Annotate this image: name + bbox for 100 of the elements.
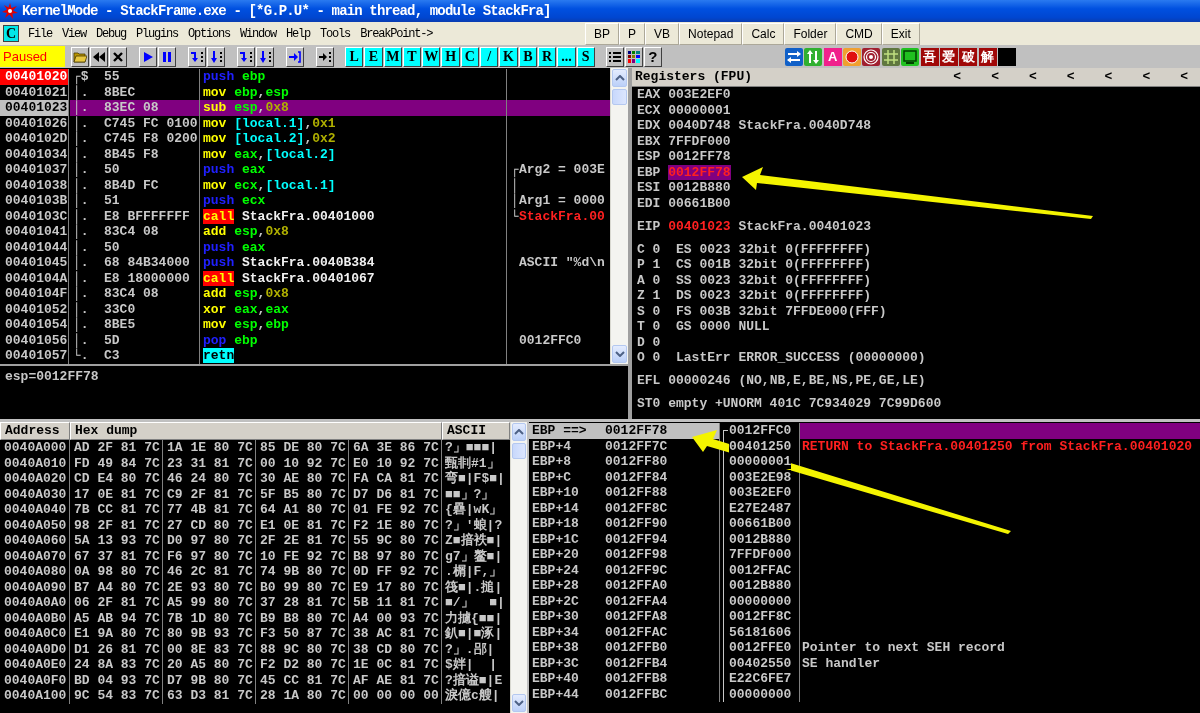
menu-item[interactable]: View [57,26,92,41]
address-cell[interactable]: 00401038 [0,177,69,193]
register-value[interactable]: 1 [652,257,661,273]
view-switch-button[interactable]: < [1142,69,1151,85]
toolbar-button[interactable] [207,46,225,67]
register-value[interactable]: 0 [652,241,661,257]
toolbar-button[interactable]: C [460,46,480,67]
address-cell[interactable]: 00401023 [0,100,69,116]
column-header[interactable]: ASCII [442,422,510,440]
stack-address[interactable]: 0012FF78 [605,423,668,439]
toolbar-button[interactable]: K [499,46,518,67]
register-value[interactable]: 0012B880 [668,180,731,196]
stack-address[interactable]: 0012FF80 [605,454,668,470]
help-button[interactable]: ? [643,46,662,67]
stack-offset[interactable]: EBP+28 [532,578,579,594]
quick-launch-button[interactable]: Calc [742,22,785,45]
view-switch-button[interactable]: < [953,69,962,85]
stack-offset[interactable]: EBP+4 [532,438,571,454]
menu-item[interactable]: Tools [315,26,356,41]
scroll-up-button[interactable] [512,423,526,441]
scrollbar[interactable] [610,68,628,364]
up-down-arrows-icon[interactable] [804,47,823,66]
toolbar-button[interactable]: S [576,46,595,67]
plugin-button[interactable]: 吾 [920,47,939,66]
column-header[interactable]: Hex dump [70,422,442,440]
stack-address[interactable]: 0012FFB4 [605,655,668,671]
register-value[interactable]: 1 [652,288,661,304]
toolbar-button[interactable]: T [402,46,422,67]
stack-address[interactable]: 0012FFA0 [605,578,668,594]
toolbar-button[interactable]: L [345,46,364,67]
toolbar-button[interactable]: W [422,46,441,67]
register-value[interactable]: 0040D748 [668,118,731,134]
toolbar-button[interactable] [237,46,255,67]
stack-address[interactable]: 0012FFB0 [605,640,668,656]
stack-address[interactable]: 0012FF84 [605,469,668,485]
stack-address[interactable]: 0012FF8C [605,500,668,516]
stack-offset[interactable]: EBP+C [532,469,571,485]
stack-address[interactable]: 0012FFA4 [605,593,668,609]
stack-offset[interactable]: EBP+34 [532,624,579,640]
address-cell[interactable]: 0040104A [0,270,69,286]
logo-button[interactable]: C [3,25,19,42]
address-cell[interactable]: 00401057 [0,348,69,364]
stack-offset[interactable]: EBP+44 [532,686,579,702]
toolbar-button[interactable]: ... [557,46,576,67]
register-value[interactable]: empty [668,396,708,412]
register-value[interactable]: 0 [652,303,661,319]
toolbar-button[interactable] [71,46,89,67]
stack-offset[interactable]: EBP+18 [532,516,579,532]
address-cell[interactable]: 00401041 [0,224,69,240]
toolbar-button[interactable]: B [518,46,537,67]
menu-item[interactable]: File [23,26,57,41]
stack-address[interactable]: 0012FFBC [605,686,668,702]
menu-item[interactable]: Debug [91,26,132,41]
toolbar-button[interactable] [624,46,643,67]
toolbar-button[interactable] [316,46,334,67]
toolbar-button[interactable]: / [480,46,499,67]
stack-offset[interactable]: EBP+24 [532,562,579,578]
scroll-down-button[interactable] [612,345,627,363]
swap-arrows-icon[interactable] [784,47,803,66]
stack-offset[interactable]: EBP+10 [532,485,579,501]
stack-offset[interactable]: EBP+20 [532,547,579,563]
blank-tile-icon[interactable] [998,47,1017,66]
stack-address[interactable]: 0012FFA8 [605,609,668,625]
quick-launch-button[interactable]: Folder [784,22,837,45]
stack-address[interactable]: 0012FFAC [605,624,668,640]
view-switch-button[interactable]: < [1180,69,1188,85]
stack-address[interactable]: 0012FF90 [605,516,668,532]
toolbar-button[interactable] [90,46,108,67]
stack-address[interactable]: 0012FF98 [605,547,668,563]
scroll-thumb[interactable] [512,443,526,459]
register-value[interactable]: 00661B00 [668,195,731,211]
scroll-thumb[interactable] [612,89,627,105]
address-cell[interactable]: 00401056 [0,332,69,348]
toolbar-button[interactable]: H [441,46,460,67]
stack-offset[interactable]: EBP+8 [532,454,571,470]
stack-offset[interactable]: EBP+38 [532,640,579,656]
stack-offset[interactable]: EBP+3C [532,655,579,671]
register-value[interactable]: 0 [652,272,661,288]
register-value[interactable]: 00000246 [668,373,731,389]
menu-item[interactable]: Help [281,26,316,41]
menu-item[interactable]: BreakPoint-> [355,26,438,41]
stack-address[interactable]: 0012FF7C [605,438,668,454]
view-switch-button[interactable]: < [1066,69,1075,85]
address-cell[interactable]: 00401037 [0,162,69,178]
stack-address[interactable]: 0012FF9C [605,562,668,578]
scroll-up-button[interactable] [612,69,627,87]
toolbar-button[interactable]: E [364,46,383,67]
quick-launch-button[interactable]: BP [585,22,619,45]
stack-offset[interactable]: EBP ==> [532,423,587,439]
toolbar-button[interactable] [139,46,157,67]
stack-offset[interactable]: EBP+2C [532,593,579,609]
toolbar-button[interactable] [605,46,624,67]
scroll-down-button[interactable] [512,694,526,712]
view-switch-button[interactable]: < [1104,69,1113,85]
window-icon[interactable] [901,47,920,66]
address-cell[interactable]: 00401054 [0,317,69,333]
address-cell[interactable]: 00401026 [0,115,69,131]
register-value[interactable]: 0 [652,350,661,366]
menu-item[interactable]: Window [235,26,282,41]
scrollbar[interactable] [510,422,527,713]
